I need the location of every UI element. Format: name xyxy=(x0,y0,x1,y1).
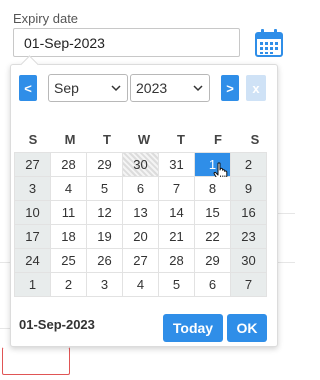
day-cell[interactable]: 16 xyxy=(231,201,267,225)
today-button[interactable]: Today xyxy=(163,314,223,342)
weekday-header: T xyxy=(177,132,185,147)
day-cell[interactable]: 27 xyxy=(15,153,51,177)
day-cell[interactable]: 23 xyxy=(231,225,267,249)
datepicker-popup: < Sep 2023 > x S M T W T F S 27 28 29 30… xyxy=(10,55,278,347)
weekday-header: S xyxy=(28,132,38,147)
day-cell[interactable]: 22 xyxy=(195,225,231,249)
next-month-button[interactable]: > xyxy=(221,75,239,101)
day-cell[interactable]: 7 xyxy=(231,273,267,297)
background-divider xyxy=(0,328,10,329)
weekday-header: S xyxy=(250,132,260,147)
prev-month-button[interactable]: < xyxy=(19,75,37,101)
background-field-outline xyxy=(2,347,70,375)
chevron-down-icon xyxy=(111,85,121,92)
ok-button[interactable]: OK xyxy=(227,314,267,342)
day-cell[interactable]: 27 xyxy=(123,249,159,273)
day-cell[interactable]: 4 xyxy=(123,273,159,297)
day-cell[interactable]: 2 xyxy=(51,273,87,297)
day-cell[interactable]: 14 xyxy=(159,201,195,225)
day-cell[interactable]: 12 xyxy=(87,201,123,225)
day-cell[interactable]: 11 xyxy=(51,201,87,225)
day-cell[interactable]: 5 xyxy=(87,177,123,201)
day-cell[interactable]: 3 xyxy=(15,177,51,201)
day-cell[interactable]: 6 xyxy=(123,177,159,201)
day-cell[interactable]: 20 xyxy=(123,225,159,249)
day-cell-today[interactable]: 30 xyxy=(123,153,159,177)
expiry-date-input[interactable] xyxy=(13,28,240,57)
calendar-icon xyxy=(255,29,283,57)
day-cell[interactable]: 29 xyxy=(195,249,231,273)
day-cell[interactable]: 29 xyxy=(87,153,123,177)
background-divider xyxy=(278,262,295,263)
day-cell[interactable]: 2 xyxy=(231,153,267,177)
day-cell[interactable]: 3 xyxy=(87,273,123,297)
day-cell-selected-label: 1 xyxy=(208,157,217,172)
popup-pointer xyxy=(20,55,39,74)
weekday-header: T xyxy=(103,132,111,147)
day-cell[interactable]: 19 xyxy=(87,225,123,249)
day-cell[interactable]: 15 xyxy=(195,201,231,225)
day-cell[interactable]: 18 xyxy=(51,225,87,249)
day-cell[interactable]: 31 xyxy=(159,153,195,177)
day-cell[interactable]: 4 xyxy=(51,177,87,201)
day-cell[interactable]: 28 xyxy=(159,249,195,273)
day-cell[interactable]: 21 xyxy=(159,225,195,249)
clear-button[interactable]: x xyxy=(246,75,266,101)
day-cell[interactable]: 9 xyxy=(231,177,267,201)
day-cell[interactable]: 1 xyxy=(15,273,51,297)
day-cell[interactable]: 30 xyxy=(231,249,267,273)
calendar-button[interactable] xyxy=(253,27,285,59)
day-cell[interactable]: 7 xyxy=(159,177,195,201)
day-cell-selected[interactable]: 1 xyxy=(195,153,231,181)
day-cell[interactable]: 8 xyxy=(195,177,231,201)
day-cell[interactable]: 26 xyxy=(87,249,123,273)
year-select[interactable]: 2023 xyxy=(130,74,210,102)
selected-date-display: 01-Sep-2023 xyxy=(19,317,95,332)
day-cell[interactable]: 6 xyxy=(195,273,231,297)
day-cell[interactable]: 28 xyxy=(51,153,87,177)
day-cell[interactable]: 10 xyxy=(15,201,51,225)
day-cell[interactable]: 24 xyxy=(15,249,51,273)
weekday-header: F xyxy=(214,132,222,147)
calendar-grid: 27 28 29 30 31 1 2 3 4 5 6 7 8 9 10 11 1… xyxy=(14,152,267,297)
chevron-down-icon xyxy=(193,85,203,92)
weekday-header: M xyxy=(64,132,76,147)
expiry-date-label: Expiry date xyxy=(13,11,79,26)
year-select-value: 2023 xyxy=(136,80,168,96)
day-cell[interactable]: 5 xyxy=(159,273,195,297)
background-divider xyxy=(278,213,295,214)
month-select-value: Sep xyxy=(54,80,79,96)
month-select[interactable]: Sep xyxy=(48,74,128,102)
weekday-header: W xyxy=(137,132,151,147)
day-cell[interactable]: 25 xyxy=(51,249,87,273)
day-cell[interactable]: 17 xyxy=(15,225,51,249)
day-cell[interactable]: 13 xyxy=(123,201,159,225)
background-divider xyxy=(0,262,10,263)
